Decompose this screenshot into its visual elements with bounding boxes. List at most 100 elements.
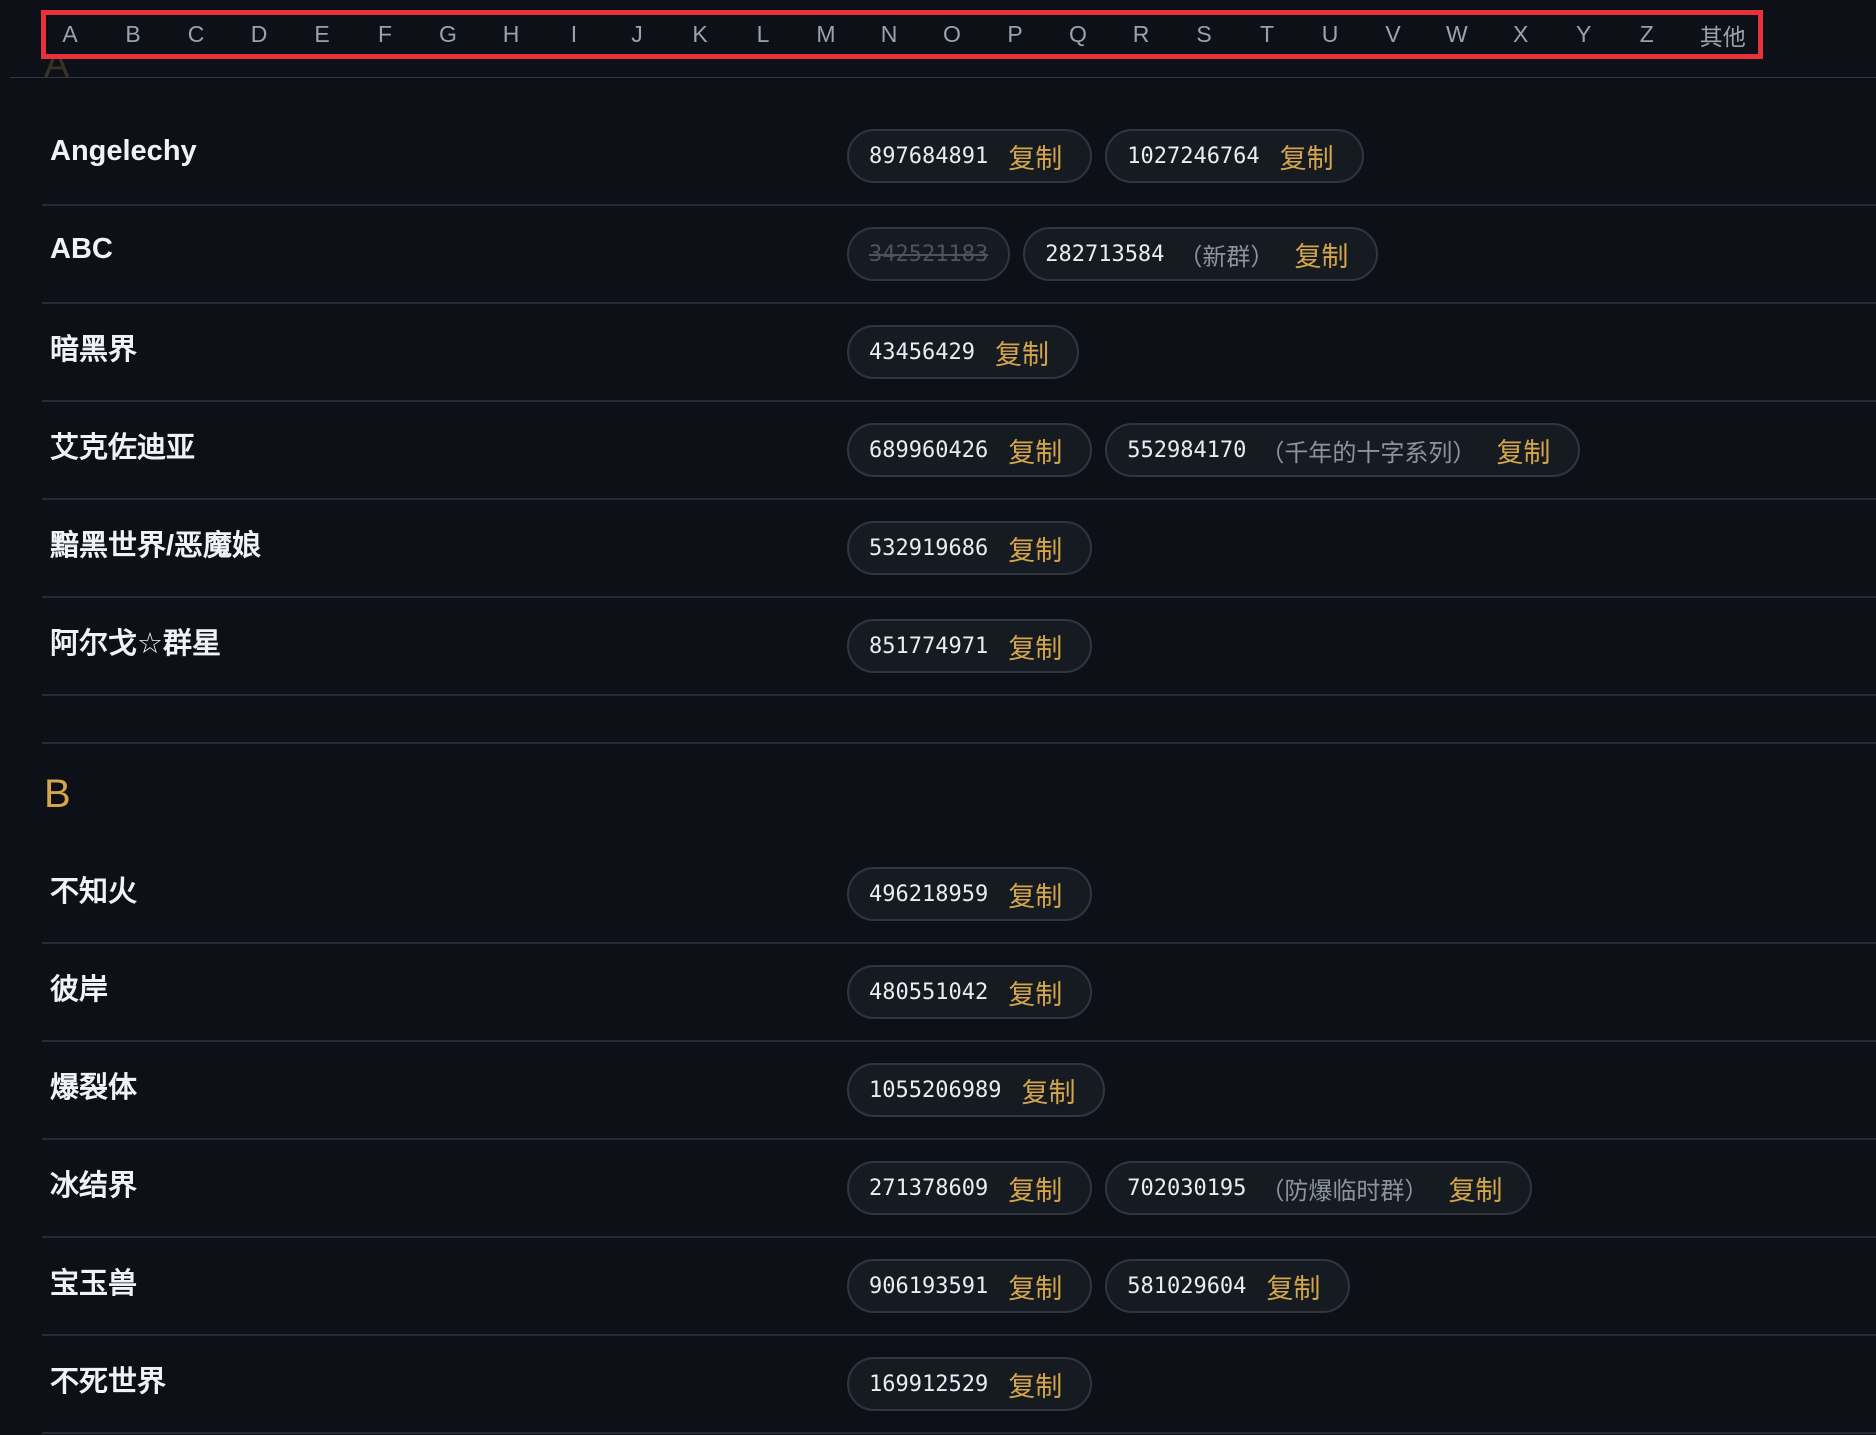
copy-button[interactable]: 复制 (1448, 1169, 1502, 1208)
list-item: 爆裂体 1055206989 复制 (42, 1042, 1876, 1140)
group-pill: 689960426 复制 (847, 423, 1093, 477)
series-name: Angelechy (50, 134, 197, 167)
copy-button[interactable]: 复制 (1294, 235, 1348, 274)
copy-button[interactable]: 复制 (1008, 1267, 1062, 1306)
section-b-list: 不知火 496218959 复制 彼岸 480551042 复制 爆裂体 1055206989… (42, 846, 1876, 1434)
list-item: 艾克佐迪亚 689960426 复制 552984170 （千年的十字系列） 复制 (42, 402, 1876, 500)
list-item: 冰结界 271378609 复制 702030195 （防爆临时群） 复制 (42, 1140, 1876, 1238)
list-item: 阿尔戈☆群星 851774971 复制 (42, 598, 1876, 696)
group-number: 581029604 (1127, 1273, 1247, 1299)
group-pill: 1027246764 复制 (1105, 129, 1364, 183)
series-name: 爆裂体 (50, 1072, 138, 1104)
section-a-list: Angelechy 897684891 复制 1027246764 复制 ABC 34252… (42, 108, 1876, 696)
group-list: 271378609 复制 702030195 （防爆临时群） 复制 (847, 1140, 1533, 1236)
copy-button[interactable]: 复制 (1008, 1169, 1062, 1208)
copy-button[interactable]: 复制 (1008, 431, 1062, 470)
nav-letter-h[interactable]: H (501, 21, 521, 48)
group-pill: 271378609 复制 (847, 1161, 1093, 1215)
copy-button[interactable]: 复制 (1496, 431, 1550, 470)
group-list: 689960426 复制 552984170 （千年的十字系列） 复制 (847, 402, 1581, 498)
series-name: 冰结界 (50, 1170, 138, 1202)
group-number: 480551042 (869, 979, 989, 1005)
group-list: 342521183 282713584 （新群） 复制 (847, 206, 1379, 302)
list-item: ABC 342521183 282713584 （新群） 复制 (42, 206, 1876, 304)
nav-letter-c[interactable]: C (186, 21, 206, 48)
copy-button[interactable]: 复制 (1280, 137, 1334, 176)
group-pill: 169912529 复制 (847, 1357, 1093, 1411)
nav-letter-m[interactable]: M (816, 21, 836, 48)
nav-letter-a[interactable]: A (60, 21, 80, 48)
nav-letter-z[interactable]: Z (1637, 21, 1657, 48)
nav-letter-f[interactable]: F (375, 21, 395, 48)
nav-letter-t[interactable]: T (1257, 21, 1277, 48)
group-number: 1055206989 (869, 1077, 1002, 1103)
list-item: 彼岸 480551042 复制 (42, 944, 1876, 1042)
series-name: ABC (50, 232, 113, 265)
nav-letter-r[interactable]: R (1131, 21, 1151, 48)
nav-letter-w[interactable]: W (1446, 21, 1468, 48)
group-pill: 532919686 复制 (847, 521, 1093, 575)
nav-letter-s[interactable]: S (1194, 21, 1214, 48)
nav-letter-b[interactable]: B (123, 21, 143, 48)
group-number: 689960426 (869, 437, 989, 463)
alphabet-nav: A B C D E F G H I J K L M N O P Q R S T U V W X Y Z 其他 (41, 10, 1763, 59)
nav-letter-j[interactable]: J (627, 21, 647, 48)
group-pill: 702030195 （防爆临时群） 复制 (1105, 1161, 1533, 1215)
nav-letter-k[interactable]: K (690, 21, 710, 48)
copy-button[interactable]: 复制 (1008, 137, 1062, 176)
group-list: 480551042 复制 (847, 944, 1093, 1040)
nav-letter-u[interactable]: U (1320, 21, 1340, 48)
series-name: 彼岸 (50, 974, 109, 1006)
series-name: 不死世界 (50, 1366, 167, 1398)
copy-button[interactable]: 复制 (1008, 529, 1062, 568)
group-number: 342521183 (869, 241, 989, 267)
nav-letter-o[interactable]: O (942, 21, 962, 48)
copy-button[interactable]: 复制 (1008, 973, 1062, 1012)
group-pill: 552984170 （千年的十字系列） 复制 (1105, 423, 1581, 477)
nav-letter-q[interactable]: Q (1068, 21, 1088, 48)
nav-letter-i[interactable]: I (564, 21, 584, 48)
nav-letter-x[interactable]: X (1511, 21, 1531, 48)
group-pill-disabled: 342521183 (847, 227, 1011, 281)
nav-letter-l[interactable]: L (753, 21, 773, 48)
nav-letter-other[interactable]: 其他 (1700, 18, 1746, 52)
copy-button[interactable]: 复制 (1266, 1267, 1320, 1306)
nav-letter-y[interactable]: Y (1574, 21, 1594, 48)
nav-letter-n[interactable]: N (879, 21, 899, 48)
nav-letter-v[interactable]: V (1383, 21, 1403, 48)
series-name: 宝玉兽 (50, 1268, 138, 1300)
nav-letter-g[interactable]: G (438, 21, 458, 48)
group-pill: 897684891 复制 (847, 129, 1093, 183)
group-pill: 43456429 复制 (847, 325, 1079, 379)
group-pill: 581029604 复制 (1105, 1259, 1351, 1313)
group-number: 897684891 (869, 143, 989, 169)
group-number: 552984170 (1127, 437, 1247, 463)
copy-button[interactable]: 复制 (1021, 1071, 1075, 1110)
group-number: 1027246764 (1127, 143, 1260, 169)
group-list: 169912529 复制 (847, 1336, 1093, 1432)
group-note: （新群） (1178, 243, 1275, 271)
list-item: 不知火 496218959 复制 (42, 846, 1876, 944)
copy-button[interactable]: 复制 (1008, 1365, 1062, 1404)
section-letter: B (44, 772, 71, 816)
series-name: 不知火 (50, 876, 138, 908)
group-number: 496218959 (869, 881, 989, 907)
section-divider (42, 742, 1876, 744)
list-item: 不死世界 169912529 复制 (42, 1336, 1876, 1434)
group-number: 851774971 (869, 633, 989, 659)
group-number: 271378609 (869, 1175, 989, 1201)
nav-letter-d[interactable]: D (249, 21, 269, 48)
copy-button[interactable]: 复制 (995, 333, 1049, 372)
series-name: 阿尔戈☆群星 (50, 628, 221, 660)
group-number: 169912529 (869, 1371, 989, 1397)
nav-letter-e[interactable]: E (312, 21, 332, 48)
list-item: 黯黑世界/恶魔娘 532919686 复制 (42, 500, 1876, 598)
series-name: 黯黑世界/恶魔娘 (50, 530, 262, 562)
group-number: 532919686 (869, 535, 989, 561)
group-pill: 496218959 复制 (847, 867, 1093, 921)
nav-letter-p[interactable]: P (1005, 21, 1025, 48)
list-item: Angelechy 897684891 复制 1027246764 复制 (42, 108, 1876, 206)
copy-button[interactable]: 复制 (1008, 627, 1062, 666)
copy-button[interactable]: 复制 (1008, 875, 1062, 914)
nav-divider (10, 77, 1876, 78)
